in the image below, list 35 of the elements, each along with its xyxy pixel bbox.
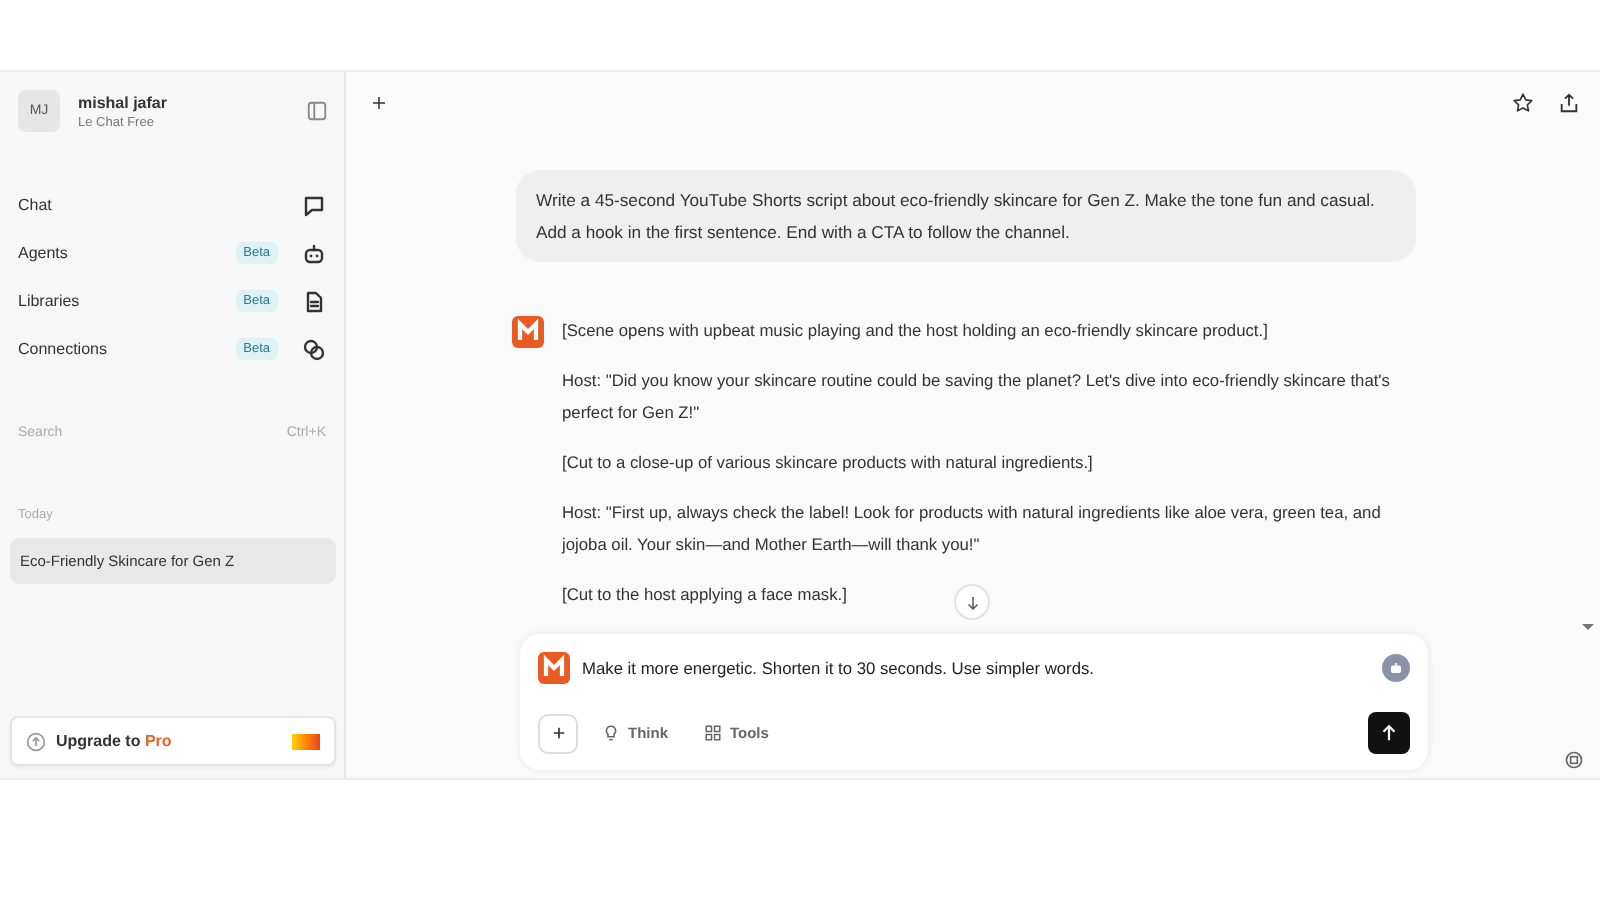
agent-button[interactable] [1382,654,1410,682]
share-icon [1558,91,1580,113]
assistant-paragraph: [Cut to the host applying a face mask.] [562,582,847,608]
linked-circles-icon [302,337,326,361]
star-icon [1512,91,1534,113]
grid-icon [704,724,722,742]
user-name: mishal jafar [78,93,169,111]
add-button[interactable] [538,713,578,753]
assistant-paragraph: [Scene opens with upbeat music playing and the host holding an eco-friendly skincare product.] [562,318,1268,344]
assistant-paragraph: Host: "Did you know your skincare routine could be saving the planet? Let's dive into eco-friendly skincare that's perfect for Gen Z!" [562,368,1392,426]
new-chat-button[interactable] [370,93,388,111]
share-button[interactable] [1558,91,1580,113]
scroll-down-button[interactable] [954,584,990,620]
plus-icon [549,724,567,742]
lightbulb-icon [602,724,620,742]
upgrade-button[interactable]: Upgrade to Pro [10,716,336,766]
chat-bubble-icon [302,193,326,217]
assistant-paragraph: [Cut to a close-up of various skincare products with natural ingredients.] [562,450,1093,476]
arrow-up-icon [1378,722,1400,744]
favorite-button[interactable] [1512,91,1534,113]
document-icon [302,289,326,313]
assistant-paragraph: Host: "First up, always check the label! Look for products with natural ingredients like aloe vera, green tea, and jojoba oil. Your skin—and Mother Earth—will thank you!" [562,500,1383,558]
message-input[interactable]: Make it more energetic. Shorten it to 30 seconds. Use simpler words. [582,658,1370,678]
help-icon [1564,750,1584,770]
user-message: Write a 45-second YouTube Shorts script about eco-friendly skincare for Gen Z. Make the tone fun and casual. Add a hook in the first sentence. End with a CTA to follow the channel. [516,170,1416,262]
arrow-down-icon [963,593,981,611]
sidebar-toggle-button[interactable] [306,100,328,122]
plus-icon [370,93,388,111]
panel-icon [306,100,328,122]
arrow-up-circle-icon [26,731,46,751]
send-button[interactable] [1368,712,1410,754]
scroll-arrow-icon [1580,620,1596,632]
nav-item[interactable]: Chat [10,188,336,222]
gradient-flag-icon [292,733,320,749]
robot-icon [302,241,326,265]
